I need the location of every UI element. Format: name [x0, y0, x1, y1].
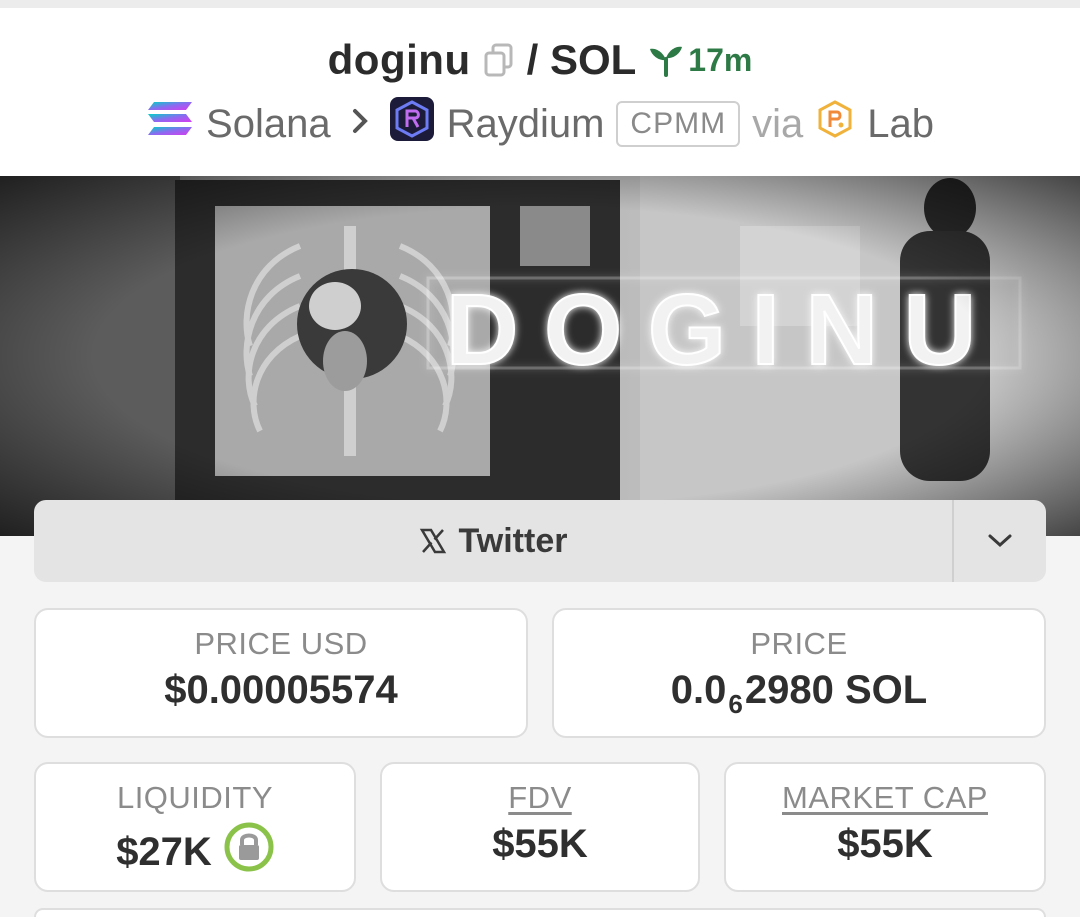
via-label: via: [752, 101, 804, 146]
age-label: 17m: [688, 41, 753, 78]
x-logo-icon: [419, 528, 446, 554]
dex-name[interactable]: Raydium: [447, 102, 605, 147]
twitter-label: Twitter: [458, 521, 568, 560]
price-usd-card: PRICE USD $0.00005574: [34, 608, 528, 738]
pool-type-badge: CPMM: [616, 101, 741, 147]
liquidity-value-row: $27K: [36, 822, 354, 882]
fdv-card: FDV $55K: [380, 762, 700, 892]
price-usd-label: PRICE USD: [194, 626, 368, 661]
title-row: doginu / SOL 17m: [0, 36, 1080, 84]
price-usd-value: $0.00005574: [164, 668, 398, 712]
liquidity-card: LIQUIDITY $27K: [34, 762, 356, 892]
raydium-icon: [389, 96, 435, 152]
price-native-suffix: 2980 SOL: [744, 668, 928, 712]
twitter-button[interactable]: Twitter: [34, 500, 952, 582]
launchlab-icon: [815, 99, 855, 149]
price-native-prefix: 0.0: [670, 668, 727, 712]
fdv-value: $55K: [492, 822, 588, 866]
launchpad-name[interactable]: Lab: [867, 102, 934, 147]
pair-header: doginu / SOL 17m Solana Raydium CPMM via…: [0, 8, 1080, 176]
fdv-label[interactable]: FDV: [382, 780, 698, 816]
sprout-icon: [650, 46, 683, 77]
pair-age: 17m: [648, 42, 752, 79]
copy-icon[interactable]: [483, 42, 515, 78]
quote-symbol: / SOL: [526, 36, 637, 83]
price-native-label: PRICE: [750, 626, 848, 661]
top-strip: [0, 0, 1080, 8]
socials-dropdown-button[interactable]: [952, 500, 1046, 582]
price-native-card: PRICE 0.0 6 2980 SOL: [552, 608, 1046, 738]
token-banner: DOGINU: [0, 176, 1080, 536]
price-zero-count: 6: [728, 689, 743, 719]
chevron-down-icon: [988, 534, 1012, 548]
twitter-bar: Twitter: [34, 500, 1046, 582]
breadcrumb: Solana Raydium CPMM via Lab: [0, 96, 1080, 152]
chevron-right-icon: [349, 105, 371, 144]
chain-name[interactable]: Solana: [206, 102, 331, 147]
base-symbol: doginu: [327, 36, 471, 83]
price-native-value: 0.0 6 2980 SOL: [554, 668, 1044, 719]
lock-icon[interactable]: [224, 822, 274, 882]
liquidity-value: $27K: [116, 829, 212, 874]
market-cap-card: MARKET CAP $55K: [724, 762, 1046, 892]
liquidity-label: LIQUIDITY: [116, 780, 274, 815]
next-card-edge: [34, 908, 1046, 917]
market-cap-label[interactable]: MARKET CAP: [726, 780, 1044, 816]
market-cap-value: $55K: [837, 822, 933, 866]
solana-icon: [146, 100, 194, 148]
